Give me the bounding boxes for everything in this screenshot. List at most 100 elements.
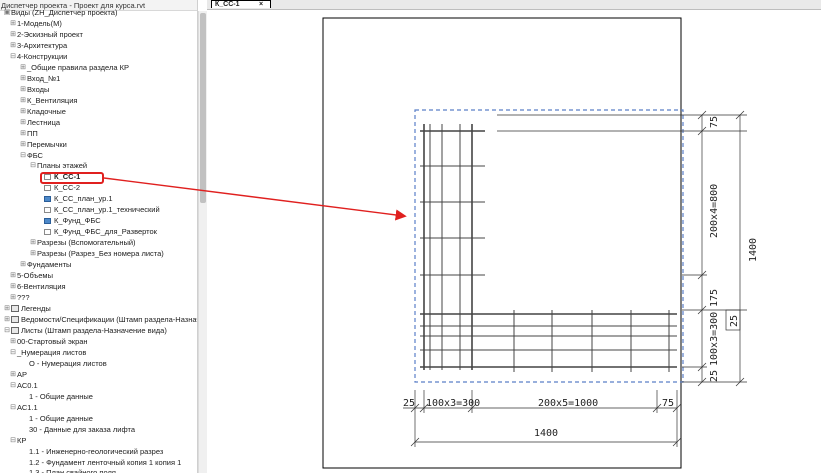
floor-plan-view-icon <box>44 195 51 202</box>
browser-item[interactable]: ⊟ АС0.1 <box>9 380 38 391</box>
browser-item[interactable]: ⊞ АР <box>9 369 27 380</box>
expand-icon[interactable]: ⊞ <box>9 18 17 29</box>
browser-item[interactable]: ⊞ Разрезы (Разрез_Без номера листа) <box>29 248 164 259</box>
collapse-icon[interactable]: ⊟ <box>9 380 17 391</box>
browser-item-label: Разрезы (Разрез_Без номера листа) <box>37 249 164 258</box>
browser-item[interactable]: ⊞ Фундаменты <box>19 259 71 270</box>
expand-icon[interactable]: ⊞ <box>9 281 17 292</box>
expand-icon[interactable]: ⊞ <box>19 106 27 117</box>
browser-item-label: Кладочные <box>27 107 66 116</box>
dim-label-300-bottom: 100x3=300 <box>426 398 480 409</box>
expand-icon[interactable]: ⊞ <box>19 117 27 128</box>
browser-item[interactable]: О - Нумерация листов <box>29 358 107 369</box>
collapse-icon[interactable]: ⊟ <box>9 51 17 62</box>
expand-icon[interactable]: ⊞ <box>19 95 27 106</box>
browser-item-label: Разрезы (Вспомогательный) <box>37 238 136 247</box>
browser-item[interactable]: ⊞??? <box>9 292 29 303</box>
floor-plan-view-icon <box>44 217 51 224</box>
expand-icon[interactable]: ⊞ <box>9 292 17 303</box>
browser-item-label: Входы <box>27 85 50 94</box>
close-icon[interactable]: × <box>259 1 263 9</box>
browser-item-label: 4-Конструкции <box>17 52 68 61</box>
browser-item[interactable]: ⊞ 1-Модель(М) <box>9 18 62 29</box>
browser-item[interactable]: ⊟ АС1.1 <box>9 402 38 413</box>
browser-item-label: 1.1 - Инженерно-геологический разрез <box>29 447 164 456</box>
browser-item-label: Вход_№1 <box>27 74 61 83</box>
browser-item[interactable]: ⊞ 3-Архитектура <box>9 40 67 51</box>
expand-icon[interactable]: ⊞ <box>29 248 37 259</box>
browser-item[interactable]: 1 - Общие данные <box>29 413 93 424</box>
browser-item[interactable]: ⊟ _Нумерация листов <box>9 347 86 358</box>
browser-item[interactable]: К_Фунд_ФБС <box>44 215 101 226</box>
expand-icon[interactable]: ⊞ <box>9 29 17 40</box>
tab-k-ss-1[interactable]: К_СС-1 × <box>211 0 271 8</box>
browser-item[interactable]: ⊞ 00-Стартовый экран <box>9 336 87 347</box>
browser-item[interactable]: ⊟ Планы этажей <box>29 160 87 171</box>
browser-item[interactable]: 1.1 - Инженерно-геологический разрез <box>29 446 163 457</box>
browser-item[interactable]: ⊟ Листы (Штамп раздела-Назначение вида) <box>3 325 167 336</box>
browser-item[interactable]: К_Фунд_ФБС_для_Разверток <box>44 226 157 237</box>
browser-item[interactable]: ⊞ Кладочные <box>19 106 66 117</box>
browser-item-label: 30 - Данные для заказа лифта <box>29 425 136 434</box>
browser-item-label: _Нумерация листов <box>17 348 87 357</box>
browser-item-label: 5-Объемы <box>17 271 53 280</box>
drawing-canvas[interactable]: 75 200x4=800 1400 175 100x3=300 25 25 25… <box>207 10 821 473</box>
browser-item[interactable]: ⊞ Лестница <box>19 117 60 128</box>
browser-item[interactable]: ⊞ Перемычки <box>19 139 67 150</box>
views-root-icon[interactable]: ▣ <box>3 7 11 18</box>
expand-icon[interactable]: ⊞ <box>9 369 17 380</box>
browser-item[interactable]: ▣ Виды (ZH_Диспетчер проекта) <box>3 7 118 18</box>
collapse-icon[interactable]: ⊟ <box>9 402 17 413</box>
dim-label-25-bottom: 25 <box>709 370 720 382</box>
collapse-icon[interactable]: ⊟ <box>19 150 27 161</box>
expand-icon[interactable]: ⊞ <box>9 270 17 281</box>
browser-item-label: _Общие правила раздела КР <box>27 63 129 72</box>
expand-icon[interactable]: ⊞ <box>9 336 17 347</box>
expand-icon[interactable]: ⊞ <box>19 73 27 84</box>
collapse-icon[interactable]: ⊟ <box>9 435 17 446</box>
expand-icon[interactable]: ⊞ <box>19 62 27 73</box>
browser-scrollbar[interactable] <box>198 11 207 473</box>
browser-item[interactable]: 1.3 - План свайного поля <box>29 467 116 473</box>
browser-item[interactable]: ⊞ Входы <box>19 84 49 95</box>
browser-item[interactable]: ⊞ 2-Эскизный проект <box>9 29 83 40</box>
drawing-svg: 75 200x4=800 1400 175 100x3=300 25 25 25… <box>322 17 759 469</box>
collapse-icon[interactable]: ⊟ <box>9 347 17 358</box>
dim-label-1400-bottom: 1400 <box>534 428 558 439</box>
expand-icon[interactable]: ⊞ <box>19 84 27 95</box>
browser-item-label: К_Фунд_ФБС_для_Разверток <box>54 227 157 236</box>
floor-plan-view-icon <box>44 228 51 235</box>
browser-item[interactable]: К_СС_план_ур.1 <box>44 193 113 204</box>
browser-item[interactable]: ⊞ Разрезы (Вспомогательный) <box>29 237 136 248</box>
expand-icon[interactable]: ⊞ <box>29 237 37 248</box>
expand-icon[interactable]: ⊞ <box>3 303 11 314</box>
expand-icon[interactable]: ⊞ <box>19 139 27 150</box>
browser-item[interactable]: К_СС_план_ур.1_технический <box>44 204 160 215</box>
expand-icon[interactable]: ⊞ <box>19 128 27 139</box>
expand-icon[interactable]: ⊞ <box>9 40 17 51</box>
browser-item[interactable]: ⊞ 5-Объемы <box>9 270 53 281</box>
sheet-category-icon <box>11 316 19 323</box>
browser-item[interactable]: ⊞ Ведомости/Спецификации (Штамп раздела-Н… <box>3 314 197 325</box>
collapse-icon[interactable]: ⊟ <box>29 160 37 171</box>
crop-region[interactable] <box>414 109 684 383</box>
browser-item[interactable]: 30 - Данные для заказа лифта <box>29 424 135 435</box>
browser-item-label: 6-Вентиляция <box>17 282 66 291</box>
browser-item-label: К_СС_план_ур.1 <box>54 194 113 203</box>
browser-item[interactable]: ⊞ 6-Вентиляция <box>9 281 66 292</box>
dim-label-1000: 200x5=1000 <box>538 398 598 409</box>
browser-item[interactable]: ⊞ _Общие правила раздела КР <box>19 62 129 73</box>
browser-item[interactable]: ⊟ 4-Конструкции <box>9 51 67 62</box>
browser-item[interactable]: 1 - Общие данные <box>29 391 93 402</box>
browser-item-label: АС0.1 <box>17 381 38 390</box>
browser-item[interactable]: ⊞ Вход_№1 <box>19 73 60 84</box>
expand-icon[interactable]: ⊞ <box>3 314 11 325</box>
browser-item[interactable]: ⊟ КР <box>9 435 26 446</box>
collapse-icon[interactable]: ⊟ <box>3 325 11 336</box>
browser-item[interactable]: ⊞ Легенды <box>3 303 51 314</box>
browser-item[interactable]: ⊞ ПП <box>19 128 38 139</box>
expand-icon[interactable]: ⊞ <box>19 259 27 270</box>
browser-item[interactable]: ⊞ К_Вентиляция <box>19 95 77 106</box>
scrollbar-thumb[interactable] <box>200 13 206 203</box>
browser-item-label: 1 - Общие данные <box>29 392 93 401</box>
